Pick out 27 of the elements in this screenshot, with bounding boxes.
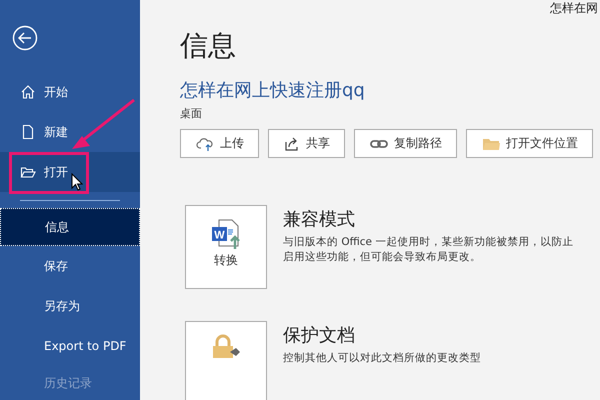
link-icon — [370, 138, 388, 150]
sidebar-item[interactable]: 开始 — [0, 72, 140, 112]
action-button[interactable]: 复制路径 — [354, 129, 457, 158]
cloud-upload-icon — [196, 136, 214, 152]
sidebar-item[interactable]: 新建 — [0, 112, 140, 152]
section-description: 控制其他人可以对此文档所做的更改类型 — [283, 351, 481, 366]
document-location: 桌面 — [180, 106, 203, 121]
action-button[interactable]: 上传 — [180, 129, 259, 158]
section-description: 启用这些功能，但可能会导致布局更改。 — [283, 250, 482, 265]
document-icon — [20, 124, 36, 140]
document-name: 怎样在网上快速注册qq — [180, 79, 366, 102]
convert-button[interactable]: W 转换 — [185, 205, 267, 289]
sidebar-item[interactable]: Export to PDF — [0, 326, 140, 366]
sidebar-item[interactable]: 信息 — [0, 208, 140, 246]
action-button[interactable]: 打开文件位置 — [466, 129, 593, 158]
sidebar-item[interactable]: 保存 — [0, 246, 140, 286]
share-icon — [284, 136, 300, 152]
action-button[interactable]: 共享 — [268, 129, 345, 158]
padlock-icon — [210, 334, 242, 358]
sidebar-item[interactable]: 另存为 — [0, 286, 140, 326]
section-heading: 保护文档 — [283, 324, 356, 347]
mouse-pointer-icon — [71, 173, 83, 191]
home-icon — [20, 84, 36, 100]
window-title: 怎样在网 — [550, 0, 598, 17]
page-title: 信息 — [180, 28, 237, 64]
section-description: 与旧版本的 Office 一起使用时，某些新功能被禁用，以防止 — [283, 235, 574, 250]
section-heading: 兼容模式 — [283, 208, 356, 231]
